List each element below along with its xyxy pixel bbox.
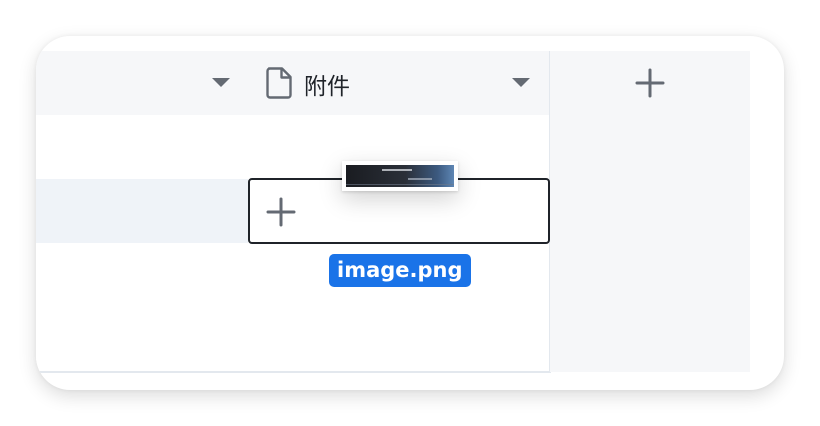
add-column-area[interactable] [550, 51, 750, 372]
plus-icon[interactable] [266, 197, 296, 227]
drag-file-name-chip: image.png [329, 254, 471, 287]
thumbnail-text-line [382, 169, 412, 171]
thumbnail-divider [346, 184, 454, 185]
page: 附件 image.png [0, 0, 820, 426]
column-title: 附件 [304, 74, 350, 100]
table-cell-selected-row[interactable] [36, 179, 250, 245]
column-header-1[interactable] [36, 51, 250, 117]
column-dropdown-icon[interactable] [512, 78, 530, 87]
table-cell[interactable] [36, 243, 250, 309]
column-header-attachment[interactable]: 附件 [248, 51, 551, 117]
file-icon [266, 67, 292, 99]
dragged-image-thumbnail[interactable] [342, 161, 458, 191]
table-cell[interactable] [36, 115, 250, 181]
table-add-row-area[interactable] [36, 307, 551, 373]
thumbnail-text-line [408, 178, 432, 180]
image-thumbnail [346, 165, 454, 187]
column-dropdown-icon[interactable] [212, 78, 230, 87]
plus-icon[interactable] [634, 67, 666, 99]
table-card: 附件 image.png [36, 36, 784, 390]
